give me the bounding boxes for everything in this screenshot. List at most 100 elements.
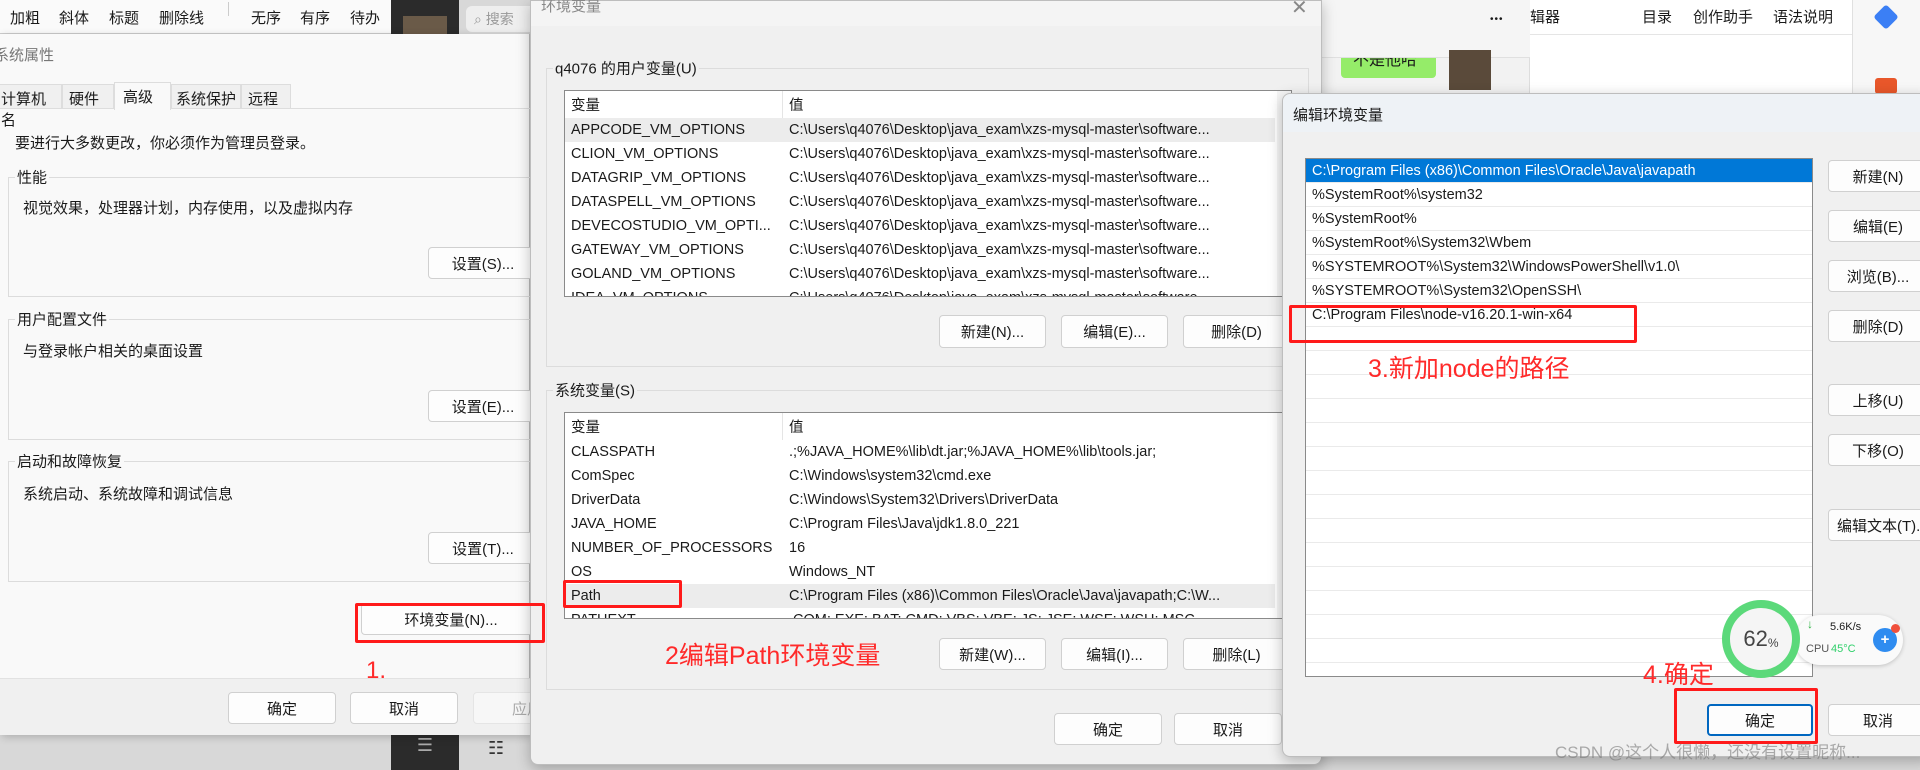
cpu-label: CPU — [1806, 643, 1830, 655]
empty-row[interactable] — [1306, 519, 1812, 543]
user-delete-button[interactable]: 删除(D) — [1183, 315, 1290, 348]
path-entry[interactable]: %SystemRoot%\system32 — [1306, 183, 1812, 207]
empty-row[interactable] — [1306, 495, 1812, 519]
variable-value: .COM;.EXE;.BAT;.CMD;.VBS;.VBE;.JS;.JSE;.… — [789, 612, 1195, 618]
move-down-button[interactable]: 下移(O) — [1828, 434, 1920, 466]
variable-name: GATEWAY_VM_OPTIONS — [571, 242, 744, 258]
search-icon: ⌕ — [474, 11, 482, 27]
variable-name: DATASPELL_VM_OPTIONS — [571, 194, 756, 210]
tab-advanced[interactable]: 高级 — [114, 82, 171, 110]
path-entry-text: %SystemRoot% — [1312, 210, 1417, 227]
table-row[interactable]: APPCODE_VM_OPTIONS C:\Users\q4076\Desktop… — [565, 118, 1275, 142]
user-profiles-settings-button[interactable]: 设置(E)... — [428, 390, 538, 422]
toolbar-ordered[interactable]: 有序 — [300, 7, 330, 28]
menu-icon[interactable]: ☰ — [417, 735, 433, 755]
browse-button[interactable]: 浏览(B)... — [1828, 260, 1920, 292]
variable-value: C:\Users\q4076\Desktop\java_exam\xzs-mys… — [789, 266, 1210, 282]
toolbar-italic[interactable]: 斜体 — [59, 7, 89, 28]
table-row[interactable]: CLION_VM_OPTIONS C:\Users\q4076\Desktop\j… — [565, 142, 1275, 166]
toolbar-todo[interactable]: 待办 — [350, 7, 380, 28]
tag-icon[interactable] — [1873, 4, 1899, 30]
path-entry[interactable]: C:\Program Files (x86)\Common Files\Orac… — [1306, 159, 1812, 183]
empty-row[interactable] — [1306, 423, 1812, 447]
annotation-box-node-entry — [1289, 305, 1637, 343]
chat-more-button[interactable]: ••• — [1490, 14, 1504, 25]
editor-title: 辑器 — [1530, 9, 1561, 26]
table-row[interactable]: ComSpec C:\Windows\system32\cmd.exe — [565, 464, 1275, 488]
toolbox-icon[interactable] — [1875, 78, 1897, 94]
column-header-value[interactable]: 值 — [789, 416, 804, 437]
user-new-button[interactable]: 新建(N)... — [939, 315, 1046, 348]
system-variables-label: 系统变量(S) — [553, 379, 637, 401]
performance-settings-button[interactable]: 设置(S)... — [428, 247, 538, 279]
column-header-variable[interactable]: 变量 — [571, 94, 600, 115]
table-header: 变量 值 — [565, 91, 1275, 118]
group-user-profiles-label: 用户配置文件 — [15, 308, 110, 330]
path-entries-list[interactable]: C:\Program Files (x86)\Common Files\Orac… — [1305, 158, 1813, 677]
table-row[interactable]: DATAGRIP_VM_OPTIONS C:\Users\q4076\Deskto… — [565, 166, 1275, 190]
variable-name: IDEA_VM_OPTIONS — [571, 290, 708, 296]
variable-value: C:\Program Files\Java\jdk1.8.0_221 — [789, 516, 1020, 532]
move-up-button[interactable]: 上移(U) — [1828, 384, 1920, 416]
memory-usage-ring[interactable]: 62% — [1722, 600, 1800, 678]
toc-button[interactable]: 目录 — [1642, 6, 1672, 27]
annotation-box-path — [563, 580, 682, 608]
path-entry[interactable]: %SYSTEMROOT%\System32\WindowsPowerShell\… — [1306, 255, 1812, 279]
table-row[interactable]: PATHEXT .COM;.EXE;.BAT;.CMD;.VBS;.VBE;.JS… — [565, 608, 1275, 618]
table-row[interactable]: NUMBER_OF_PROCESSORS 16 — [565, 536, 1275, 560]
toolbar-bold[interactable]: 加粗 — [10, 7, 40, 28]
table-row[interactable]: CLASSPATH .;%JAVA_HOME%\lib\dt.jar;%JAVA_… — [565, 440, 1275, 464]
toolbar-heading[interactable]: 标题 — [109, 7, 139, 28]
system-monitor-widget[interactable]: ↓ 5.6K/s CPU 45°C + — [1795, 615, 1903, 665]
list-icon[interactable]: ☷ — [488, 738, 504, 759]
assistant-button[interactable]: 创作助手 — [1693, 6, 1753, 27]
user-variables-label: q4076 的用户变量(U) — [553, 57, 699, 79]
edit-button[interactable]: 编辑(E) — [1828, 210, 1920, 242]
user-variables-table[interactable]: 变量 值 APPCODE_VM_OPTIONS C:\Users\q4076\De… — [564, 90, 1292, 297]
empty-row[interactable] — [1306, 447, 1812, 471]
toolbar-strikethrough[interactable]: 删除线 — [159, 7, 204, 28]
empty-row[interactable] — [1306, 399, 1812, 423]
tab-hardware[interactable]: 硬件 — [62, 84, 114, 109]
column-header-variable[interactable]: 变量 — [571, 416, 600, 437]
tab-remote[interactable]: 远程 — [241, 84, 291, 109]
table-row[interactable]: DEVECOSTUDIO_VM_OPTI... C:\Users\q4076\De… — [565, 214, 1275, 238]
close-icon[interactable]: ✕ — [1291, 0, 1308, 20]
path-entry[interactable]: %SYSTEMROOT%\System32\OpenSSH\ — [1306, 279, 1812, 303]
empty-row[interactable] — [1306, 567, 1812, 591]
new-button[interactable]: 新建(N) — [1828, 160, 1920, 192]
table-row[interactable]: GATEWAY_VM_OPTIONS C:\Users\q4076\Desktop… — [565, 238, 1275, 262]
user-profiles-description: 与登录帐户相关的桌面设置 — [23, 343, 204, 360]
path-entry[interactable]: %SystemRoot%\System32\Wbem — [1306, 231, 1812, 255]
dark-panel — [391, 0, 459, 34]
path-entry[interactable]: %SystemRoot% — [1306, 207, 1812, 231]
edit-text-button[interactable]: 编辑文本(T)... — [1828, 509, 1920, 541]
table-row[interactable]: DriverData C:\Windows\System32\Drivers\Dr… — [565, 488, 1275, 512]
empty-row[interactable] — [1306, 543, 1812, 567]
chat-bubble-text: 不是他哈 — [1353, 58, 1418, 69]
toolbar-unordered[interactable]: 无序 — [251, 7, 281, 28]
table-row[interactable]: DATASPELL_VM_OPTIONS C:\Users\q4076\Deskt… — [565, 190, 1275, 214]
system-new-button[interactable]: 新建(W)... — [939, 638, 1046, 670]
ok-button[interactable]: 确定 — [228, 692, 336, 724]
tab-system-protection[interactable]: 系统保护 — [171, 84, 241, 109]
tab-computer-name[interactable]: 计算机名 — [0, 84, 62, 129]
system-delete-button[interactable]: 删除(L) — [1183, 638, 1290, 670]
cancel-button[interactable]: 取消 — [1828, 704, 1920, 736]
cancel-button[interactable]: 取消 — [1174, 713, 1282, 745]
dialog-title: 系统属性 — [0, 47, 55, 64]
startup-recovery-settings-button[interactable]: 设置(T)... — [428, 532, 538, 564]
table-row[interactable]: GOLAND_VM_OPTIONS C:\Users\q4076\Desktop\… — [565, 262, 1275, 286]
syntax-button[interactable]: 语法说明 — [1773, 6, 1833, 27]
user-edit-button[interactable]: 编辑(E)... — [1061, 315, 1168, 348]
table-row[interactable]: IDEA_VM_OPTIONS C:\Users\q4076\Desktop\ja… — [565, 286, 1275, 296]
delete-button[interactable]: 删除(D) — [1828, 310, 1920, 342]
annotation-box-env-button — [355, 603, 545, 643]
ok-button[interactable]: 确定 — [1054, 713, 1162, 745]
table-row[interactable]: JAVA_HOME C:\Program Files\Java\jdk1.8.0_… — [565, 512, 1275, 536]
cancel-button[interactable]: 取消 — [350, 692, 458, 724]
system-edit-button[interactable]: 编辑(I)... — [1061, 638, 1168, 670]
variable-name: NUMBER_OF_PROCESSORS — [571, 540, 773, 556]
empty-row[interactable] — [1306, 471, 1812, 495]
column-header-value[interactable]: 值 — [789, 94, 804, 115]
